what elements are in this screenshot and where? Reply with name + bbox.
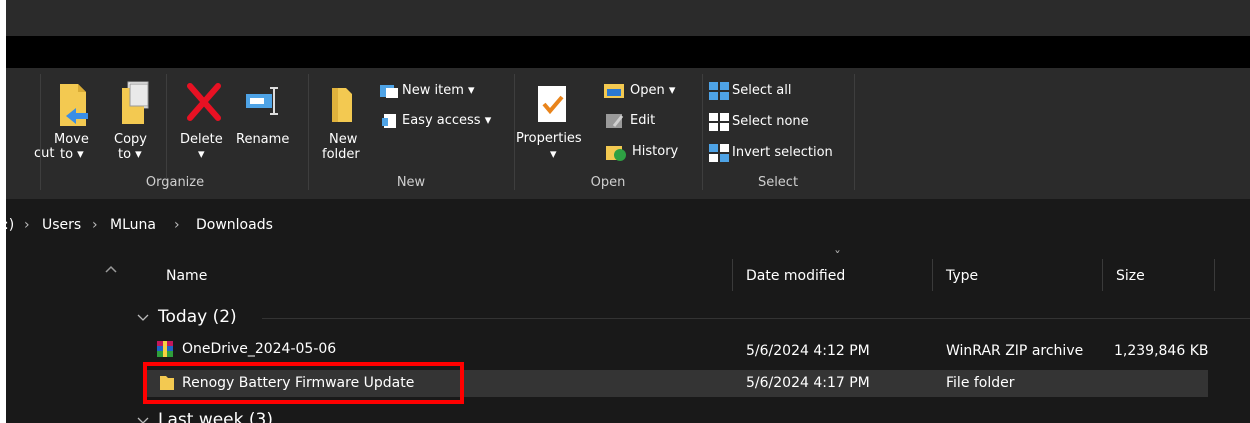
invert-selection-icon <box>709 144 729 162</box>
highlight-annotation-box <box>143 362 464 404</box>
ribbon: cut Move to ▾ Copy to ▾ Delete ▾ Rename … <box>6 68 1250 199</box>
column-header-name[interactable]: Name <box>166 258 207 294</box>
open-label: Open ▾ <box>630 83 676 98</box>
select-group-label: Select <box>757 175 799 190</box>
new-folder-icon <box>332 88 352 122</box>
breadcrumb-users[interactable]: Users <box>42 217 81 233</box>
properties-arrow: ▾ <box>550 147 557 162</box>
edit-icon <box>606 114 624 128</box>
select-none-label: Select none <box>732 114 809 129</box>
easy-access-icon <box>382 114 396 128</box>
ribbon-divider <box>702 74 703 190</box>
breadcrumb-separator: › <box>174 217 180 233</box>
edit-label: Edit <box>630 113 656 128</box>
file-explorer-window: cut Move to ▾ Copy to ▾ Delete ▾ Rename … <box>6 0 1250 423</box>
new-group-label: New <box>396 175 426 190</box>
group-collapse-icon[interactable] <box>136 416 150 423</box>
ribbon-divider <box>308 74 309 190</box>
file-type: File folder <box>946 375 1015 391</box>
column-divider[interactable] <box>1214 259 1215 291</box>
move-to-icon <box>60 84 88 126</box>
delete-label: Delete <box>180 132 223 147</box>
select-none-icon <box>709 113 729 131</box>
organize-group-label: Organize <box>145 175 205 190</box>
scroll-up-icon[interactable] <box>104 264 118 274</box>
rename-label: Rename <box>236 132 290 147</box>
new-folder-label-2: folder <box>322 147 360 162</box>
ribbon-divider <box>40 74 41 190</box>
file-date: 5/6/2024 4:17 PM <box>746 375 870 391</box>
file-type: WinRAR ZIP archive <box>946 343 1084 359</box>
cut-button-partial[interactable]: cut <box>34 146 54 161</box>
file-size: 1,239,846 KB <box>1114 343 1209 359</box>
copy-to-icon <box>122 81 149 124</box>
new-folder-label-1: New <box>329 132 358 147</box>
breadcrumb-separator: › <box>24 217 30 233</box>
column-divider[interactable] <box>1102 259 1103 291</box>
breadcrumb-separator: › <box>92 217 98 233</box>
file-name: OneDrive_2024-05-06 <box>182 341 337 357</box>
invert-selection-label: Invert selection <box>732 145 833 160</box>
open-icon <box>604 84 624 98</box>
group-divider <box>262 318 1250 319</box>
delete-x-icon <box>187 83 221 121</box>
properties-icon <box>538 86 566 122</box>
group-collapse-icon[interactable] <box>136 313 150 323</box>
column-divider[interactable] <box>732 259 733 291</box>
column-header-type[interactable]: Type <box>946 258 978 294</box>
address-bar[interactable]: :) › Users › MLuna › Downloads <box>6 199 1250 256</box>
properties-label: Properties <box>516 131 582 146</box>
ribbon-divider <box>514 74 515 190</box>
title-bar <box>6 0 1250 36</box>
open-group-label: Open <box>590 175 626 190</box>
history-label: History <box>632 144 679 159</box>
column-header-date-modified[interactable]: Date modified <box>746 258 845 294</box>
group-header-today[interactable]: Today (2) <box>158 307 237 327</box>
ribbon-divider <box>854 74 855 190</box>
move-to-label-1: Move <box>54 132 89 147</box>
delete-arrow: ▾ <box>198 147 205 162</box>
file-date: 5/6/2024 4:12 PM <box>746 343 870 359</box>
history-icon <box>606 146 626 161</box>
select-all-label: Select all <box>732 83 792 98</box>
breadcrumb-mluna[interactable]: MLuna <box>110 217 156 233</box>
address-partial: :) <box>6 217 15 233</box>
ribbon-tab-strip <box>6 36 1250 68</box>
ribbon-divider <box>166 74 167 190</box>
select-all-icon <box>709 82 729 100</box>
column-divider[interactable] <box>932 259 933 291</box>
new-item-label: New item ▾ <box>402 83 475 98</box>
column-header-size[interactable]: Size <box>1116 258 1145 294</box>
winrar-archive-icon <box>157 341 173 357</box>
navigation-pane <box>6 256 132 423</box>
new-item-icon <box>380 85 398 98</box>
copy-to-label-1: Copy <box>114 132 147 147</box>
rename-icon <box>246 87 278 115</box>
copy-to-label-2: to ▾ <box>118 147 142 162</box>
easy-access-label: Easy access ▾ <box>402 113 492 128</box>
group-header-last-week[interactable]: Last week (3) <box>158 410 273 423</box>
breadcrumb-downloads[interactable]: Downloads <box>196 217 273 233</box>
sort-indicator-icon: ˇ <box>834 250 841 266</box>
move-to-label-2: to ▾ <box>60 147 84 162</box>
